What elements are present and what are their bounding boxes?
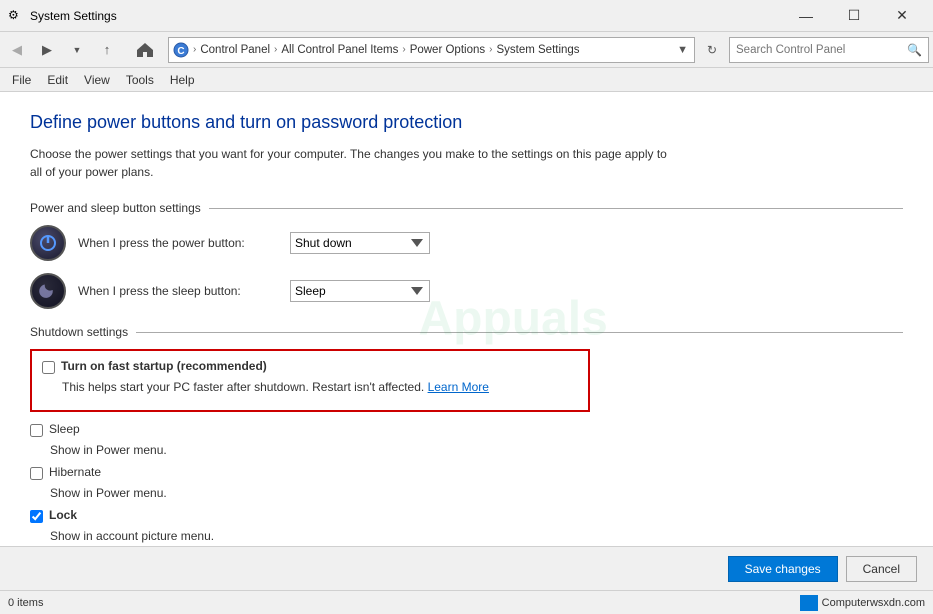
search-input[interactable] bbox=[736, 44, 907, 56]
window-icon: ⚙ bbox=[8, 8, 24, 24]
fast-startup-highlight-box: Turn on fast startup (recommended) This … bbox=[30, 349, 590, 412]
menu-bar: File Edit View Tools Help bbox=[0, 68, 933, 92]
window-title: System Settings bbox=[30, 9, 783, 23]
address-control-panel[interactable]: Control Panel bbox=[200, 44, 270, 56]
lock-label: Lock bbox=[49, 508, 77, 522]
address-power-options[interactable]: Power Options bbox=[410, 44, 485, 56]
power-button-icon bbox=[30, 225, 66, 261]
bottom-bar: Save changes Cancel bbox=[0, 546, 933, 590]
lock-description: Show in account picture menu. bbox=[50, 529, 903, 543]
fast-startup-label: Turn on fast startup (recommended) bbox=[61, 359, 267, 373]
search-button[interactable]: 🔍 bbox=[907, 43, 922, 57]
menu-view[interactable]: View bbox=[76, 69, 118, 91]
main-content: Appuals Define power buttons and turn on… bbox=[0, 92, 933, 546]
svg-text:C: C bbox=[177, 46, 184, 57]
fast-startup-label-bold: Turn on fast startup (recommended) bbox=[61, 359, 267, 373]
sleep-row: Sleep bbox=[30, 422, 903, 437]
save-changes-button[interactable]: Save changes bbox=[728, 556, 838, 582]
power-button-dropdown[interactable]: Shut down Sleep Hibernate Turn off the d… bbox=[290, 232, 430, 254]
address-all-items[interactable]: All Control Panel Items bbox=[281, 44, 398, 56]
refresh-button[interactable]: ↻ bbox=[699, 37, 725, 63]
status-bar: 0 items Computerwsxdn.com bbox=[0, 590, 933, 614]
sleep-description: Show in Power menu. bbox=[50, 443, 903, 457]
brand-icon bbox=[800, 595, 818, 611]
address-sep-4: › bbox=[489, 44, 492, 55]
fast-startup-description: This helps start your PC faster after sh… bbox=[62, 380, 578, 394]
recent-locations-button[interactable]: ▼ bbox=[64, 37, 90, 63]
page-description: Choose the power settings that you want … bbox=[30, 145, 670, 181]
learn-more-link[interactable]: Learn More bbox=[428, 380, 489, 394]
address-sep-2: › bbox=[274, 44, 277, 55]
fast-startup-checkbox[interactable] bbox=[42, 361, 55, 374]
lock-checkbox[interactable] bbox=[30, 510, 43, 523]
nav-bar: ◀ ▶ ▼ ↑ C › Control Panel › All Control … bbox=[0, 32, 933, 68]
maximize-button[interactable]: ☐ bbox=[831, 0, 877, 32]
home-button[interactable] bbox=[132, 37, 158, 63]
power-button-label: When I press the power button: bbox=[78, 236, 278, 250]
shutdown-section: Shutdown settings Turn on fast startup (… bbox=[30, 325, 903, 543]
hibernate-checkbox[interactable] bbox=[30, 467, 43, 480]
sleep-button-label: When I press the sleep button: bbox=[78, 284, 278, 298]
status-item-count: 0 items bbox=[8, 597, 43, 609]
sleep-button-dropdown[interactable]: Sleep Shut down Hibernate Turn off the d… bbox=[290, 280, 430, 302]
lock-label-bold: Lock bbox=[49, 508, 77, 522]
lock-row: Lock bbox=[30, 508, 903, 523]
fast-startup-desc-text: This helps start your PC faster after sh… bbox=[62, 380, 428, 394]
shutdown-section-header: Shutdown settings bbox=[30, 325, 903, 339]
sleep-checkbox[interactable] bbox=[30, 424, 43, 437]
hibernate-description: Show in Power menu. bbox=[50, 486, 903, 500]
up-button[interactable]: ↑ bbox=[94, 37, 120, 63]
page-title: Define power buttons and turn on passwor… bbox=[30, 112, 903, 133]
hibernate-label: Hibernate bbox=[49, 465, 101, 479]
address-system-settings[interactable]: System Settings bbox=[496, 44, 579, 56]
fast-startup-row: Turn on fast startup (recommended) bbox=[42, 359, 578, 374]
menu-help[interactable]: Help bbox=[162, 69, 203, 91]
close-button[interactable]: ✕ bbox=[879, 0, 925, 32]
sleep-button-row: When I press the sleep button: Sleep Shu… bbox=[30, 273, 903, 309]
window-controls: — ☐ ✕ bbox=[783, 0, 925, 32]
power-button-section-header: Power and sleep button settings bbox=[30, 201, 903, 215]
power-button-row-1: When I press the power button: Shut down… bbox=[30, 225, 903, 261]
address-dropdown-button[interactable]: ▼ bbox=[675, 44, 690, 56]
back-button[interactable]: ◀ bbox=[4, 37, 30, 63]
brand-label: Computerwsxdn.com bbox=[822, 597, 925, 609]
menu-file[interactable]: File bbox=[4, 69, 39, 91]
sleep-button-icon bbox=[30, 273, 66, 309]
hibernate-row: Hibernate bbox=[30, 465, 903, 480]
cancel-button[interactable]: Cancel bbox=[846, 556, 917, 582]
sleep-label: Sleep bbox=[49, 422, 80, 436]
address-sep-3: › bbox=[402, 44, 405, 55]
search-box: 🔍 bbox=[729, 37, 929, 63]
address-sep-1: › bbox=[193, 44, 196, 55]
address-bar: C › Control Panel › All Control Panel It… bbox=[168, 37, 695, 63]
address-bar-icon: C bbox=[173, 42, 189, 58]
menu-edit[interactable]: Edit bbox=[39, 69, 76, 91]
minimize-button[interactable]: — bbox=[783, 0, 829, 32]
forward-button[interactable]: ▶ bbox=[34, 37, 60, 63]
title-bar: ⚙ System Settings — ☐ ✕ bbox=[0, 0, 933, 32]
menu-tools[interactable]: Tools bbox=[118, 69, 162, 91]
status-right: Computerwsxdn.com bbox=[800, 595, 925, 611]
